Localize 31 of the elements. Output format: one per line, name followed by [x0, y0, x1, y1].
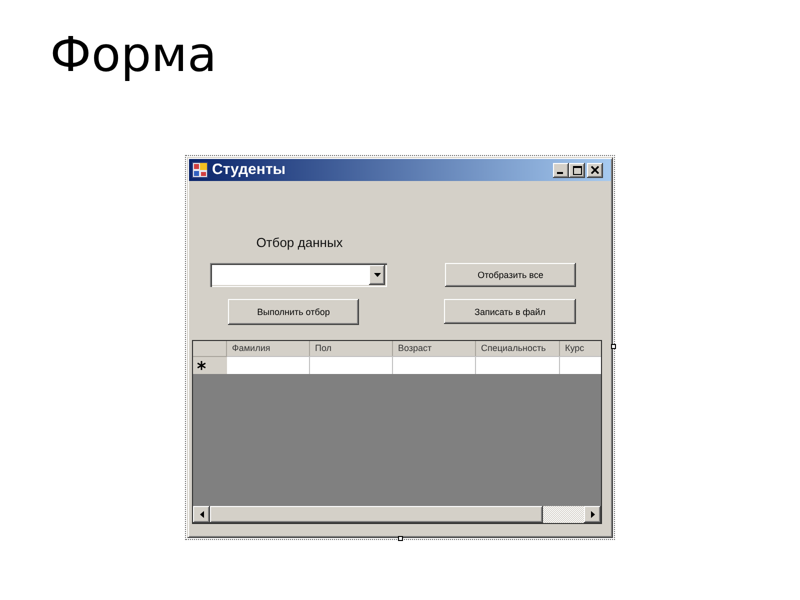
left-arrow-icon	[200, 511, 204, 518]
filter-label: Отбор данных	[256, 235, 343, 251]
right-arrow-icon	[590, 511, 594, 518]
maximize-button[interactable]	[569, 162, 585, 178]
row-header[interactable]	[193, 356, 227, 374]
resize-handle[interactable]	[398, 536, 403, 541]
grid-cell[interactable]	[476, 356, 560, 374]
asterisk-icon	[197, 361, 206, 370]
grid-cell[interactable]	[560, 356, 601, 374]
grid-cell[interactable]	[393, 356, 476, 374]
close-button[interactable]	[587, 162, 603, 178]
combo-box[interactable]	[210, 263, 387, 287]
slide-title: Форма	[50, 27, 217, 83]
action-button[interactable]: Отобразить все	[445, 263, 576, 287]
scroll-right-button[interactable]	[584, 506, 601, 523]
minimize-button[interactable]	[553, 162, 569, 178]
resize-handle[interactable]	[611, 344, 616, 349]
form-icon	[192, 162, 208, 178]
action-button[interactable]: Выполнить отбор	[228, 299, 359, 325]
maximize-icon	[572, 166, 582, 174]
column-header[interactable]: Курс	[560, 341, 601, 356]
action-button[interactable]: Записать в файл	[444, 299, 576, 324]
scroll-left-button[interactable]	[193, 506, 210, 523]
close-icon	[591, 166, 599, 174]
caret-icon	[374, 273, 380, 277]
horizontal-scrollbar[interactable]	[193, 506, 601, 523]
dropdown-button[interactable]	[369, 265, 385, 285]
grid-cell[interactable]	[310, 356, 393, 374]
window-title: Студенты	[212, 161, 287, 179]
scrollbar-thumb[interactable]	[210, 506, 543, 523]
grid-cell[interactable]	[227, 356, 310, 374]
